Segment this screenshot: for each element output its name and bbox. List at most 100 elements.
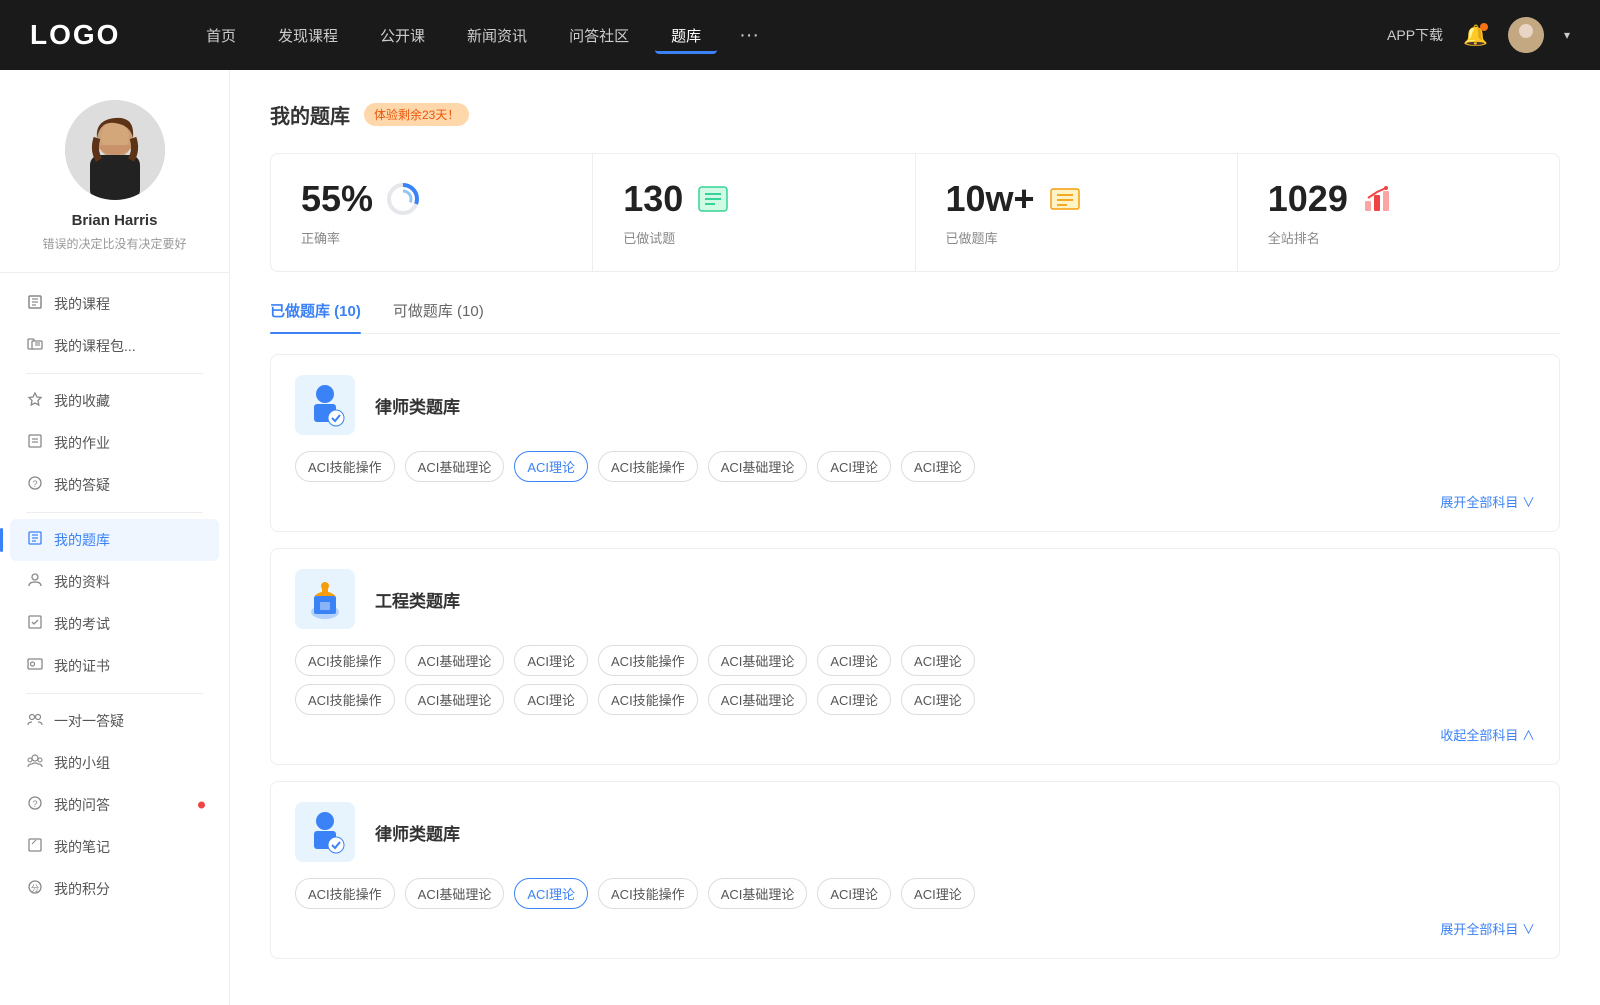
tag-2-3[interactable]: ACI理论 [514, 645, 588, 676]
sidebar-item-question-bank[interactable]: 我的题库 [10, 519, 219, 561]
favorites-icon [26, 391, 44, 411]
points-icon: 分 [26, 879, 44, 899]
tag-2-r2-5[interactable]: ACI基础理论 [708, 684, 808, 715]
stats-row: 55% 正确率 130 [270, 153, 1560, 272]
tag-3-6[interactable]: ACI理论 [817, 878, 891, 909]
tag-3-7[interactable]: ACI理论 [901, 878, 975, 909]
user-menu-chevron[interactable]: ▾ [1564, 28, 1570, 42]
navbar-right: APP下载 🔔 ▾ [1387, 17, 1570, 53]
tag-1-1[interactable]: ACI技能操作 [295, 451, 395, 482]
bank-card-header-2: 工程类题库 [295, 569, 1535, 629]
tag-1-3[interactable]: ACI理论 [514, 451, 588, 482]
stat-top-questions: 130 [623, 178, 884, 220]
nav-qa[interactable]: 问答社区 [553, 17, 645, 54]
sidebar-menu: 我的课程 我的课程包... 我的收藏 我的作业 [0, 283, 229, 910]
nav-opencourse[interactable]: 公开课 [364, 17, 441, 54]
exams-icon [26, 614, 44, 634]
sidebar-item-exams[interactable]: 我的考试 [10, 603, 219, 645]
tag-2-r2-6[interactable]: ACI理论 [817, 684, 891, 715]
notes-icon [26, 837, 44, 857]
nav-home[interactable]: 首页 [190, 17, 252, 54]
tag-2-7[interactable]: ACI理论 [901, 645, 975, 676]
qa-icon: ? [26, 475, 44, 495]
ranking-icon [1360, 181, 1396, 217]
sidebar-item-groups[interactable]: 我的小组 [10, 742, 219, 784]
groups-icon [26, 753, 44, 773]
bank-name-engineer: 工程类题库 [375, 587, 460, 612]
sidebar-divider-2 [26, 512, 203, 513]
sidebar-item-favorites[interactable]: 我的收藏 [10, 380, 219, 422]
sidebar-item-notes[interactable]: 我的笔记 [10, 826, 219, 868]
tag-2-5[interactable]: ACI基础理论 [708, 645, 808, 676]
stat-banks-done: 10w+ 已做题库 [916, 154, 1238, 271]
courses-icon [26, 294, 44, 314]
sidebar-item-points[interactable]: 分 我的积分 [10, 868, 219, 910]
tab-available-banks[interactable]: 可做题库 (10) [393, 300, 484, 333]
sidebar-item-my-questions[interactable]: ? 我的问答 [10, 784, 219, 826]
tag-2-6[interactable]: ACI理论 [817, 645, 891, 676]
nav-discover[interactable]: 发现课程 [262, 17, 354, 54]
profile-icon [26, 572, 44, 592]
expand-link-1[interactable]: 展开全部科目 ∨ [1440, 492, 1535, 511]
sidebar-avatar [65, 100, 165, 200]
svg-text:?: ? [32, 799, 37, 809]
sidebar-item-one-on-one[interactable]: 一对一答疑 [10, 700, 219, 742]
bank-name-lawyer-2: 律师类题库 [375, 820, 460, 845]
bank-tags-engineer-row2: ACI技能操作 ACI基础理论 ACI理论 ACI技能操作 ACI基础理论 AC… [295, 684, 1535, 715]
tag-2-r2-2[interactable]: ACI基础理论 [405, 684, 505, 715]
sidebar-item-homework[interactable]: 我的作业 [10, 422, 219, 464]
tag-3-2[interactable]: ACI基础理论 [405, 878, 505, 909]
expand-link-3[interactable]: 展开全部科目 ∨ [1440, 919, 1535, 938]
sidebar: Brian Harris 错误的决定比没有决定要好 我的课程 我的课程包... [0, 70, 230, 1005]
app-download-button[interactable]: APP下载 [1387, 25, 1443, 45]
bank-icon-engineer [295, 569, 355, 629]
my-questions-icon: ? [26, 795, 44, 815]
sidebar-item-profile[interactable]: 我的资料 [10, 561, 219, 603]
notification-bell[interactable]: 🔔 [1463, 23, 1488, 48]
sidebar-item-qa[interactable]: ? 我的答疑 [10, 464, 219, 506]
sidebar-item-certificates[interactable]: 我的证书 [10, 645, 219, 687]
tag-2-r2-1[interactable]: ACI技能操作 [295, 684, 395, 715]
bank-tags-lawyer-2: ACI技能操作 ACI基础理论 ACI理论 ACI技能操作 ACI基础理论 AC… [295, 878, 1535, 909]
homework-icon [26, 433, 44, 453]
bank-footer-2: 收起全部科目 ∧ [295, 725, 1535, 744]
questions-done-value: 130 [623, 178, 683, 220]
tag-2-r2-4[interactable]: ACI技能操作 [598, 684, 698, 715]
nav-more[interactable]: ··· [727, 16, 771, 55]
tag-1-6[interactable]: ACI理论 [817, 451, 891, 482]
tag-1-5[interactable]: ACI基础理论 [708, 451, 808, 482]
accuracy-chart-icon [385, 181, 421, 217]
tag-1-2[interactable]: ACI基础理论 [405, 451, 505, 482]
course-packages-icon [26, 336, 44, 356]
tag-2-1[interactable]: ACI技能操作 [295, 645, 395, 676]
bank-card-header-3: 律师类题库 [295, 802, 1535, 862]
tag-1-7[interactable]: ACI理论 [901, 451, 975, 482]
collapse-link-engineer[interactable]: 收起全部科目 ∧ [1440, 725, 1535, 744]
bank-name-lawyer-1: 律师类题库 [375, 393, 460, 418]
user-avatar[interactable] [1508, 17, 1544, 53]
sidebar-divider-1 [26, 373, 203, 374]
tag-2-r2-3[interactable]: ACI理论 [514, 684, 588, 715]
stat-top-banks: 10w+ [946, 178, 1207, 220]
accuracy-label: 正确率 [301, 228, 562, 247]
svg-text:?: ? [32, 479, 37, 489]
accuracy-value: 55% [301, 178, 373, 220]
tab-done-banks[interactable]: 已做题库 (10) [270, 300, 361, 333]
sidebar-item-courses[interactable]: 我的课程 [10, 283, 219, 325]
questions-done-icon [695, 181, 731, 217]
tag-2-r2-7[interactable]: ACI理论 [901, 684, 975, 715]
tag-1-4[interactable]: ACI技能操作 [598, 451, 698, 482]
tag-3-1[interactable]: ACI技能操作 [295, 878, 395, 909]
sidebar-item-course-packages[interactable]: 我的课程包... [10, 325, 219, 367]
nav-news[interactable]: 新闻资讯 [451, 17, 543, 54]
tag-2-4[interactable]: ACI技能操作 [598, 645, 698, 676]
trial-badge: 体验剩余23天！ [364, 103, 469, 126]
tag-3-3[interactable]: ACI理论 [514, 878, 588, 909]
page-wrapper: Brian Harris 错误的决定比没有决定要好 我的课程 我的课程包... [0, 70, 1600, 1005]
ranking-value: 1029 [1268, 178, 1348, 220]
nav-question-bank[interactable]: 题库 [655, 17, 717, 54]
tag-3-5[interactable]: ACI基础理论 [708, 878, 808, 909]
tag-3-4[interactable]: ACI技能操作 [598, 878, 698, 909]
page-header: 我的题库 体验剩余23天！ [270, 100, 1560, 129]
tag-2-2[interactable]: ACI基础理论 [405, 645, 505, 676]
